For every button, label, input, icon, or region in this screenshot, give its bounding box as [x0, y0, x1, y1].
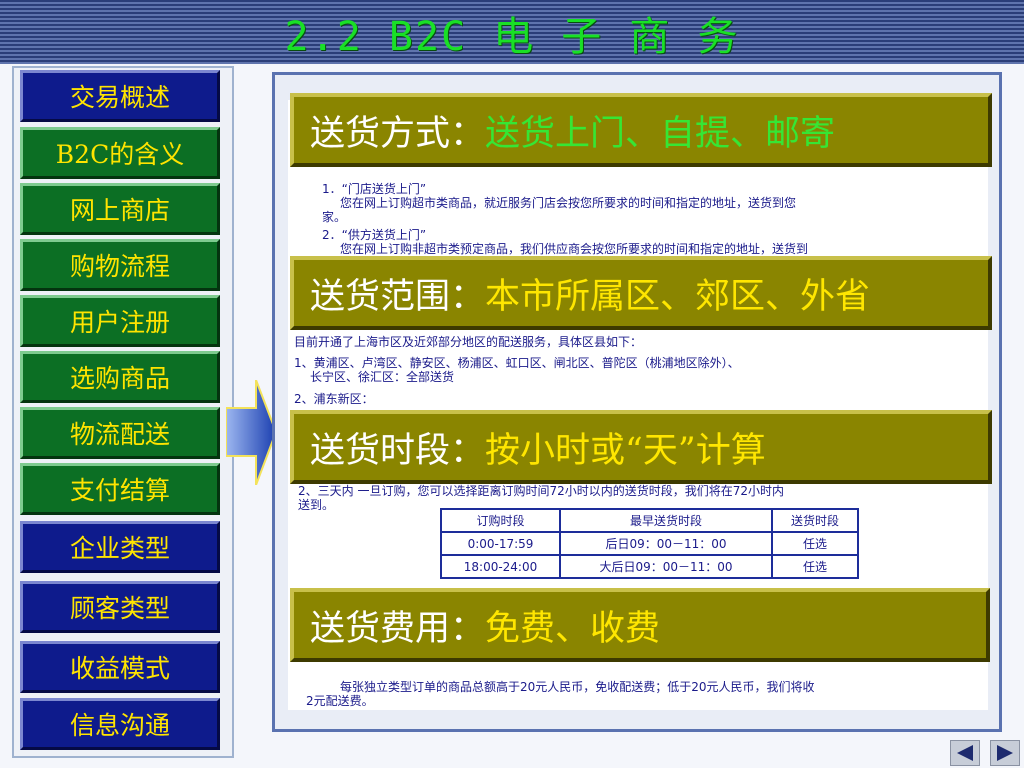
banner-value: 送货上门、自提、邮寄 [485, 113, 836, 154]
banner-value: 本市所属区、郊区、外省 [485, 276, 871, 317]
sidebar-item-select-goods[interactable]: 选购商品 [20, 351, 220, 403]
sidebar-item-revenue-model[interactable]: 收益模式 [20, 641, 220, 693]
table-header-row: 订购时段 最早送货时段 送货时段 [440, 508, 859, 533]
pointer-arrow-icon [226, 380, 276, 485]
next-slide-button[interactable] [990, 740, 1020, 766]
banner-value: 按小时或“天”计算 [485, 430, 766, 471]
next-triangle-icon [997, 745, 1013, 761]
banner-value: 免费、收费 [485, 608, 661, 649]
doc-text: 2、三天内 一旦订购，您可以选择距离订购时间72小时以内的送货时段，我们将在72… [298, 484, 784, 498]
doc-text: 送到。 [298, 498, 335, 512]
banner-delivery-time: 送货时段： 按小时或“天”计算 [290, 410, 992, 484]
sidebar-item-communication[interactable]: 信息沟通 [20, 698, 220, 750]
banner-label: 送货方式： [310, 113, 486, 154]
sidebar-item-payment[interactable]: 支付结算 [20, 463, 220, 515]
sidebar-item-user-registration[interactable]: 用户注册 [20, 295, 220, 347]
prev-slide-button[interactable] [950, 740, 980, 766]
doc-text: 目前开通了上海市区及近郊部分地区的配送服务，具体区县如下： [294, 335, 643, 349]
banner-delivery-method: 送货方式： 送货上门、自提、邮寄 [290, 93, 992, 167]
table-header-cell: 订购时段 [440, 508, 561, 533]
banner-delivery-scope: 送货范围： 本市所属区、郊区、外省 [290, 256, 992, 330]
sidebar-item-online-store[interactable]: 网上商店 [20, 183, 220, 235]
sidebar-item-b2c-meaning[interactable]: B2C的含义 [20, 127, 220, 179]
table-cell: 大后日09：00－11：00 [559, 554, 773, 579]
table-cell: 18:00-24:00 [440, 554, 561, 579]
sidebar-item-customer-types[interactable]: 顾客类型 [20, 581, 220, 633]
banner-delivery-fee: 送货费用： 免费、收费 [290, 588, 990, 662]
delivery-schedule-table: 订购时段 最早送货时段 送货时段 0:00-17:59 后日09：00－11：0… [440, 508, 859, 579]
table-cell: 0:00-17:59 [440, 531, 561, 556]
header-bar: 2.2 B2C 电 子 商 务 [0, 0, 1024, 64]
doc-text: 您在网上订购非超市类预定商品，我们供应商会按您所要求的时间和指定的地址，送货到 [340, 242, 809, 256]
sidebar-item-enterprise-types[interactable]: 企业类型 [20, 521, 220, 573]
sidebar-item-logistics[interactable]: 物流配送 [20, 407, 220, 459]
doc-text: 您在网上订购超市类商品，就近服务门店会按您所要求的时间和指定的地址，送货到您 [340, 196, 797, 210]
doc-text: 家。 [322, 210, 347, 224]
doc-text: 2、浦东新区： [294, 392, 374, 406]
banner-label: 送货范围： [310, 276, 486, 317]
prev-triangle-icon [957, 745, 973, 761]
banner-label: 送货费用： [310, 608, 486, 649]
page-title: 2.2 B2C 电 子 商 务 [284, 14, 740, 60]
table-header-cell: 送货时段 [771, 508, 859, 533]
table-row: 0:00-17:59 后日09：00－11：00 任选 [440, 531, 859, 556]
table-row: 18:00-24:00 大后日09：00－11：00 任选 [440, 554, 859, 579]
banner-label: 送货时段： [310, 430, 486, 471]
table-cell: 任选 [771, 531, 859, 556]
table-header-cell: 最早送货时段 [559, 508, 773, 533]
doc-text: 每张独立类型订单的商品总额高于20元人民币，免收配送费；低于20元人民币，我们将… [340, 680, 815, 694]
table-cell: 任选 [771, 554, 859, 579]
table-cell: 后日09：00－11：00 [559, 531, 773, 556]
doc-text: 长宁区、徐汇区：全部送货 [310, 370, 455, 384]
sidebar-item-transaction-overview[interactable]: 交易概述 [20, 70, 220, 122]
sidebar-item-shopping-process[interactable]: 购物流程 [20, 239, 220, 291]
doc-text: 2元配送费。 [306, 694, 374, 708]
